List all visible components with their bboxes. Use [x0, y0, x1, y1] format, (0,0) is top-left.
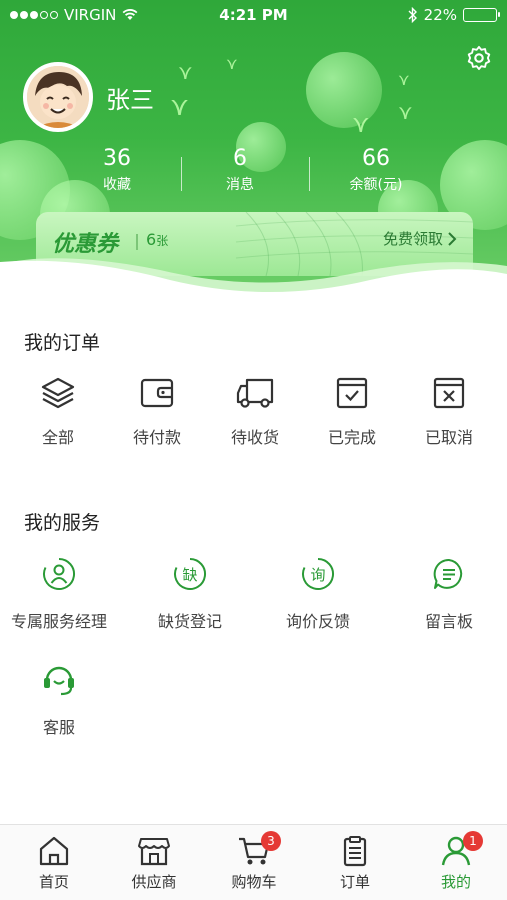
status-bar: VIRGIN 4:21 PM 22%	[0, 0, 507, 32]
order-cancelled[interactable]: 已取消	[399, 376, 499, 448]
coupon-count-unit: 张	[156, 234, 169, 248]
service-shortage-registration[interactable]: 缺 缺货登记	[127, 556, 253, 632]
service-message-board[interactable]: 留言板	[386, 556, 507, 632]
tab-home[interactable]: 首页	[4, 835, 104, 892]
tab-label: 供应商	[131, 873, 177, 891]
profile-badge: 1	[463, 831, 483, 851]
stat-messages[interactable]: 6 消息	[175, 145, 305, 195]
message-board-icon	[433, 558, 463, 589]
stat-label: 消息	[226, 177, 254, 193]
order-all[interactable]: 全部	[8, 376, 108, 448]
divider	[309, 157, 310, 191]
bird-decor-icon: ⋎	[170, 92, 190, 122]
stat-value: 6	[233, 146, 247, 171]
tab-label: 我的	[440, 873, 471, 891]
tab-label: 购物车	[231, 873, 277, 891]
bird-decor-icon: ⋎	[398, 70, 410, 89]
order-label: 待收货	[230, 428, 279, 447]
gear-icon[interactable]	[465, 44, 493, 72]
service-label: 留言板	[424, 612, 473, 631]
cart-badge: 3	[261, 831, 281, 851]
username: 张三	[106, 86, 154, 114]
clipboard-icon	[343, 836, 367, 867]
profile-header: ⋎ ⋎ ⋎ ⋎ ⋎ ⋎ VIRGIN 4:21 PM 22% 张三 36 收藏 …	[0, 0, 507, 305]
order-label: 已取消	[424, 428, 473, 447]
decor-bubble	[306, 52, 382, 128]
service-icon-text: 询	[310, 566, 325, 584]
truck-icon	[236, 378, 274, 408]
divider	[136, 234, 138, 250]
tab-suppliers[interactable]: 供应商	[104, 835, 204, 892]
home-icon	[39, 836, 69, 866]
coupon-claim-link[interactable]: 免费领取	[383, 228, 457, 249]
bluetooth-icon	[408, 7, 417, 23]
stat-favorites[interactable]: 36 收藏	[52, 145, 182, 195]
bird-decor-icon: ⋎	[226, 54, 238, 73]
service-icon-text: 缺	[182, 566, 197, 584]
cartoon-avatar-icon	[27, 66, 89, 128]
service-label: 专属服务经理	[10, 612, 107, 631]
stat-label: 收藏	[103, 177, 131, 193]
shortage-icon: 缺	[174, 558, 206, 590]
coupon-count: 6张	[146, 230, 168, 249]
chevron-right-icon	[448, 231, 457, 246]
service-label: 询价反馈	[285, 612, 350, 631]
orders-row: 全部 待付款 待收货 已完成 已取消	[0, 376, 507, 460]
coupon-claim-label: 免费领取	[382, 230, 443, 248]
services-section-title: 我的服务	[24, 512, 101, 534]
service-account-manager[interactable]: 专属服务经理	[0, 556, 122, 632]
stat-label: 余额(元)	[349, 177, 403, 193]
coupon-count-value: 6	[146, 230, 157, 249]
tab-label: 首页	[38, 873, 69, 891]
stat-value: 36	[103, 146, 131, 171]
inquiry-icon: 询	[302, 558, 334, 590]
stat-balance[interactable]: 66 余额(元)	[311, 145, 441, 195]
order-completed[interactable]: 已完成	[302, 376, 402, 448]
store-icon	[138, 838, 170, 866]
order-label: 已完成	[327, 428, 376, 447]
bird-decor-icon: ⋎	[398, 100, 413, 124]
bird-decor-icon: ⋎	[178, 60, 193, 84]
battery-percent: 22%	[423, 6, 457, 24]
order-pending-receipt[interactable]: 待收货	[205, 376, 305, 448]
order-label: 全部	[41, 428, 74, 447]
order-label: 待付款	[132, 428, 181, 447]
check-box-icon	[336, 377, 368, 409]
order-pending-payment[interactable]: 待付款	[107, 376, 207, 448]
service-customer-support[interactable]: 客服	[0, 662, 122, 738]
manager-icon	[43, 558, 75, 590]
tab-mine[interactable]: 1 我的	[406, 831, 506, 892]
service-label: 缺货登记	[157, 612, 222, 631]
service-label: 客服	[42, 718, 75, 737]
stat-value: 66	[362, 146, 390, 171]
layers-icon	[41, 377, 75, 409]
bottom-tab-bar: 首页 供应商 3 购物车 订单 1 我的	[0, 824, 507, 900]
tab-orders[interactable]: 订单	[305, 835, 405, 892]
bird-decor-icon: ⋎	[352, 110, 370, 138]
header-wave	[0, 258, 507, 305]
orders-section-title: 我的订单	[24, 332, 101, 354]
service-price-inquiry[interactable]: 询 询价反馈	[255, 556, 381, 632]
stats-row: 36 收藏 6 消息 66 余额(元)	[0, 145, 507, 201]
battery-icon	[463, 8, 500, 22]
avatar[interactable]	[23, 62, 93, 132]
tab-label: 订单	[339, 873, 370, 891]
headset-icon	[44, 666, 74, 696]
tab-cart[interactable]: 3 购物车	[204, 831, 304, 892]
wallet-icon	[140, 378, 174, 408]
cancel-box-icon	[433, 377, 465, 409]
